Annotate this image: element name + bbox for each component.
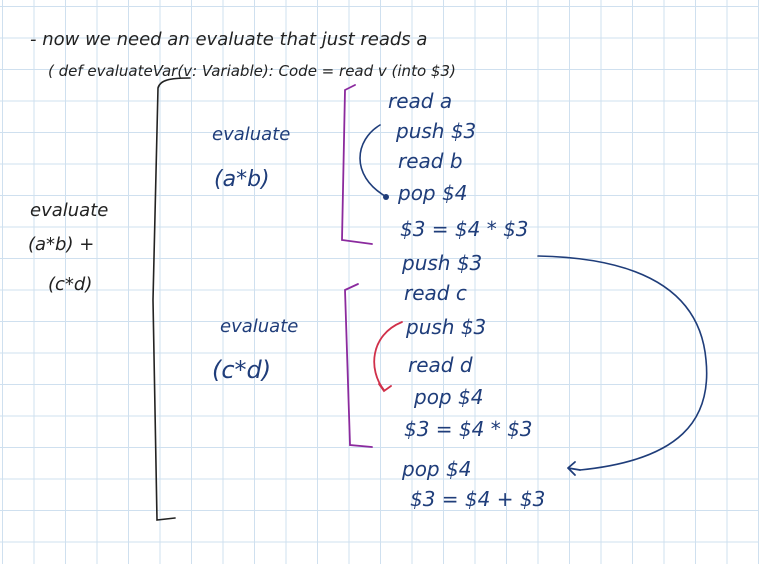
def-line: ( def evaluateVar(v: Variable): Code = r… <box>48 62 456 80</box>
code-push-3-a: push $3 <box>395 119 476 143</box>
code-mult-2: $3 = $4 * $3 <box>404 417 533 441</box>
code-add-final: $3 = $4 + $3 <box>410 487 545 511</box>
stack-arrow-top <box>359 124 386 197</box>
stack-arrow-top-head <box>383 194 389 200</box>
code-pop-4-b: pop $4 <box>413 385 483 409</box>
code-read-c: read c <box>404 281 467 305</box>
code-read-d: read d <box>408 353 473 377</box>
whole-evaluate-label: evaluate <box>30 200 108 221</box>
code-read-b: read b <box>398 149 463 173</box>
whole-expr-line2: (c*d) <box>48 274 92 295</box>
code-pop-4-a: pop $4 <box>397 181 467 205</box>
purple-bracket-top <box>341 84 373 245</box>
code-mult-1: $3 = $4 * $3 <box>400 217 529 241</box>
handwritten-notes: - now we need an evaluate that just read… <box>28 29 708 521</box>
code-read-a: read a <box>388 89 452 113</box>
notebook-page: - now we need an evaluate that just read… <box>0 0 759 564</box>
intro-line: - now we need an evaluate that just read… <box>30 29 427 50</box>
outer-bracket <box>152 77 191 521</box>
whole-expr-line1: (a*b) + <box>28 234 94 255</box>
code-pop-4-final: pop $4 <box>401 457 471 481</box>
purple-bracket-bottom <box>344 283 373 448</box>
left-evaluate-label: evaluate <box>212 124 290 145</box>
stack-arrow-bottom-head <box>378 383 392 393</box>
right-evaluate-expr: (c*d) <box>212 356 271 384</box>
right-evaluate-label: evaluate <box>220 316 298 337</box>
code-push-3-middle: push $3 <box>401 251 482 275</box>
code-push-3-c: push $3 <box>405 315 486 339</box>
left-evaluate-expr: (a*b) <box>214 167 270 192</box>
stack-arrow-bottom <box>373 321 403 391</box>
long-arrow <box>537 255 708 471</box>
long-arrow-head <box>567 461 581 476</box>
